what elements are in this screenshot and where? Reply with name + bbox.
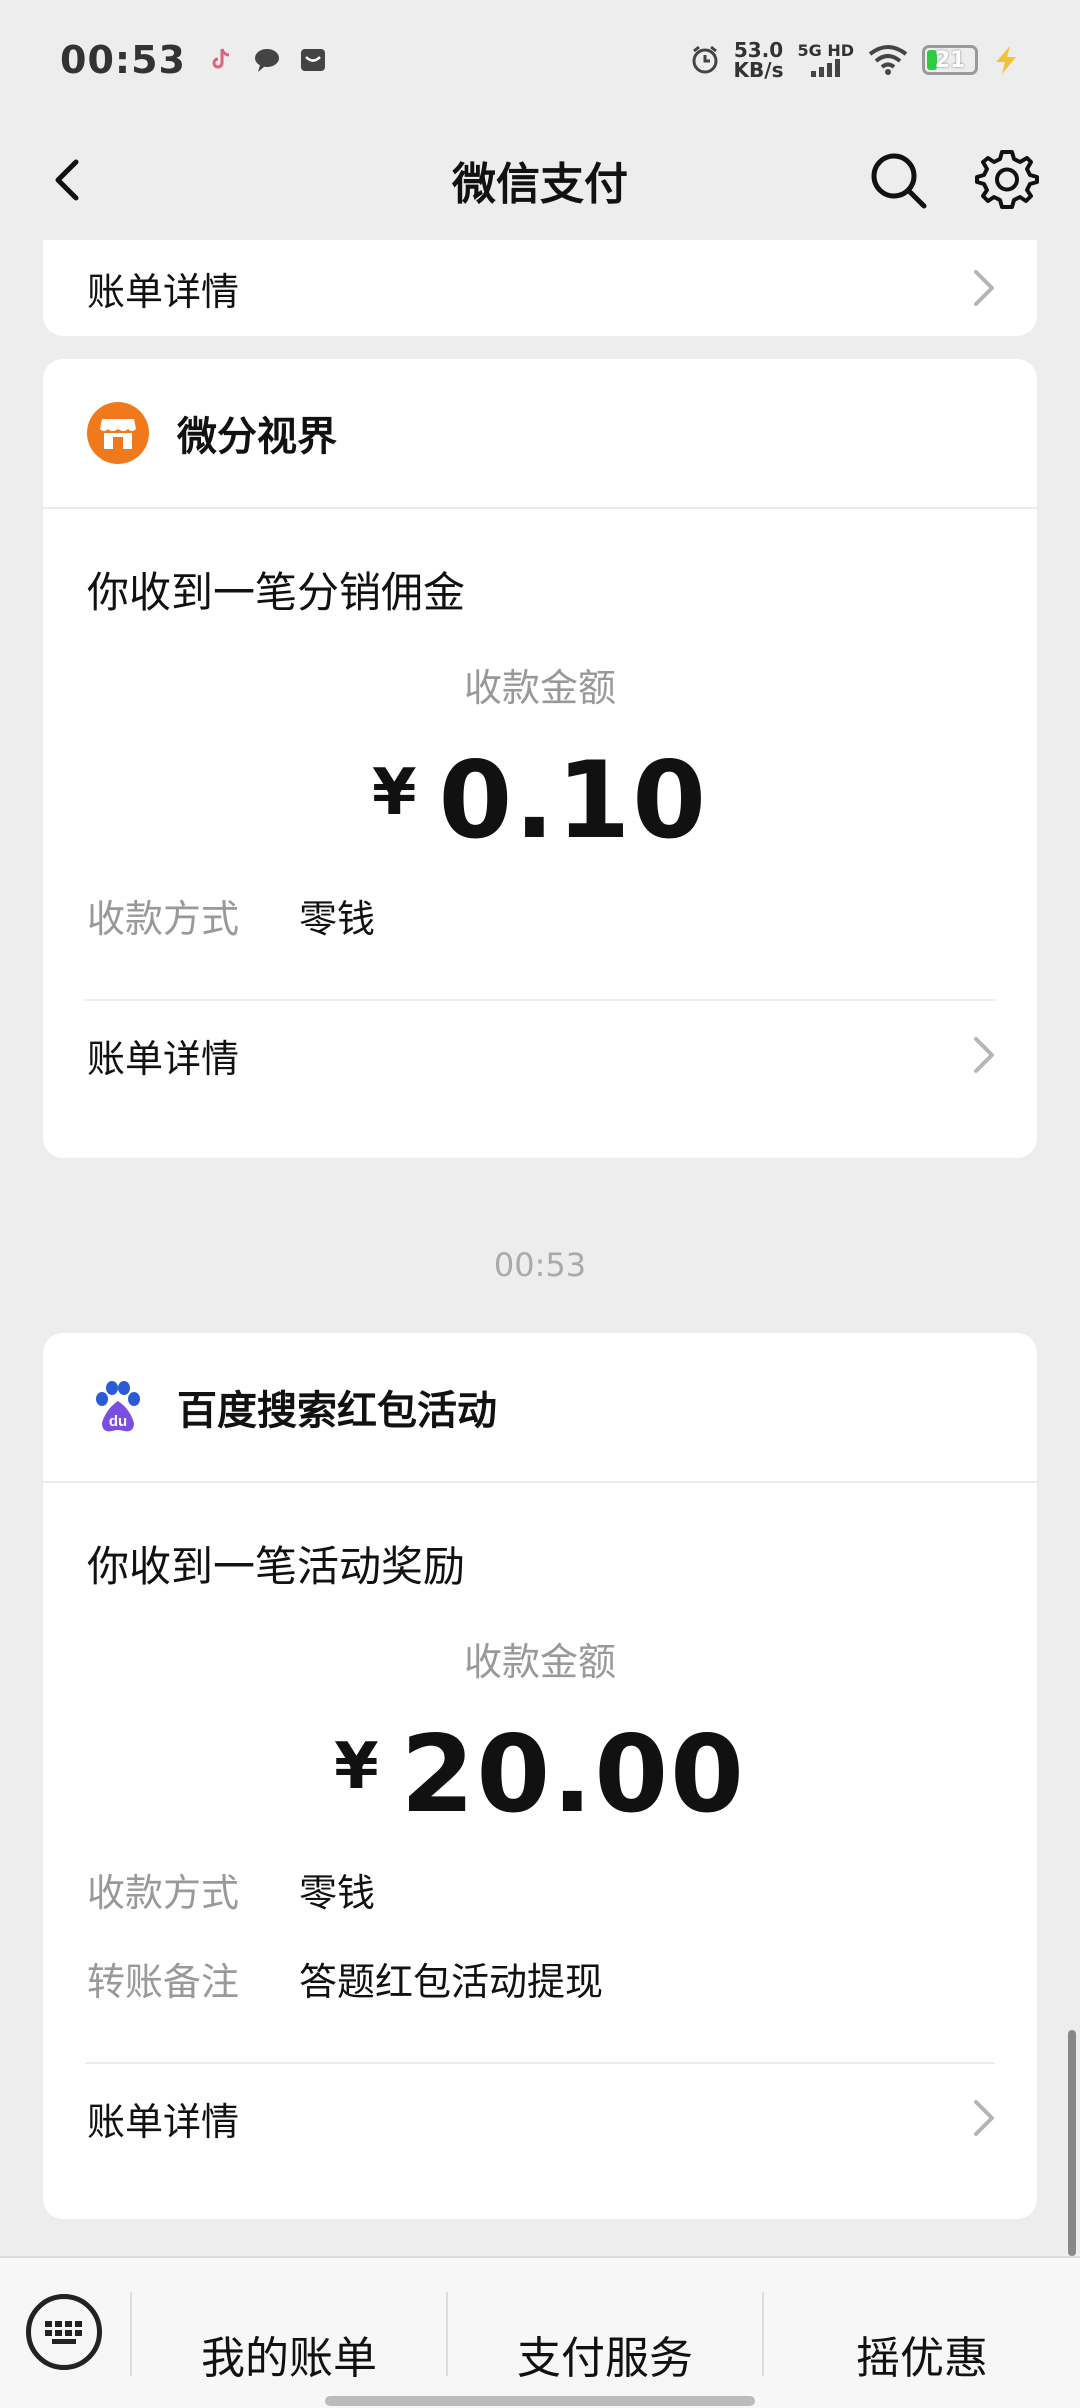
currency-symbol: ¥ (334, 1730, 379, 1804)
card-header[interactable]: 微分视界 (43, 359, 1037, 509)
bottom-menu-bar: 我的账单 支付服务 摇优惠 (0, 2256, 1080, 2408)
partial-card: 账单详情 (43, 240, 1037, 336)
card-body: 你收到一笔分销佣金 收款金额 ¥ 0.10 收款方式 零钱 (43, 509, 1037, 943)
wifi-icon (868, 45, 908, 75)
payment-card: 微分视界 你收到一笔分销佣金 收款金额 ¥ 0.10 收款方式 零钱 账单详情 (43, 359, 1037, 1158)
mailbox-icon (300, 49, 325, 71)
currency-symbol: ¥ (371, 756, 417, 830)
cellular: 5G HD (797, 43, 854, 77)
status-right: 53.0 KB/s 5G HD 21 (690, 40, 1020, 80)
merchant-name: 百度搜索红包活动 (177, 1388, 497, 1434)
tiktok-icon (212, 48, 230, 69)
scrollbar[interactable] (1068, 2030, 1076, 2256)
bill-detail-label: 账单详情 (87, 2099, 240, 2144)
menu-payment-services[interactable]: 支付服务 (448, 2294, 762, 2408)
payment-method-value: 零钱 (299, 1871, 376, 1915)
amount-value: 20.00 (400, 1713, 746, 1836)
transfer-remark-key: 转账备注 (87, 1960, 240, 2004)
card-header[interactable]: du 百度搜索红包活动 (43, 1333, 1037, 1483)
amount-display: ¥ 0.10 (87, 746, 993, 866)
keyboard-icon (45, 2321, 82, 2344)
net-speed-unit: KB/s (733, 58, 784, 82)
payment-card: du 百度搜索红包活动 你收到一笔活动奖励 收款金额 ¥ 20.00 收款方式 … (43, 1333, 1037, 2219)
page-title: 微信支付 (452, 159, 628, 210)
search-icon[interactable] (866, 148, 930, 212)
status-time: 00:53 (60, 38, 186, 82)
battery-level: 21 (934, 47, 966, 73)
gear-icon[interactable] (974, 146, 1040, 212)
transfer-remark-row: 转账备注 答题红包活动提现 (87, 1951, 993, 2006)
menu-my-bills[interactable]: 我的账单 (132, 2294, 446, 2408)
back-icon[interactable] (40, 150, 100, 210)
message-timestamp: 00:53 (493, 1246, 587, 1284)
message-icon (254, 49, 279, 72)
signal-icon (810, 59, 840, 77)
payment-headline: 你收到一笔分销佣金 (87, 568, 466, 617)
chevron-right-icon (974, 2100, 994, 2136)
baidu-paw-icon: du (87, 1376, 149, 1438)
status-bar: 00:53 53.0 KB/s 5G HD 21 (0, 0, 1080, 120)
bill-detail-label: 账单详情 (87, 269, 240, 314)
bill-detail-link[interactable]: 账单详情 (43, 1001, 1037, 1109)
keyboard-toggle-button[interactable] (26, 2294, 102, 2370)
bill-detail-label: 账单详情 (87, 1036, 240, 1081)
menu-shake-deals[interactable]: 摇优惠 (764, 2294, 1080, 2408)
chevron-right-icon (974, 1037, 994, 1073)
amount-label: 收款金额 (463, 666, 616, 710)
charging-icon (996, 46, 1016, 74)
merchant-name: 微分视界 (177, 414, 337, 460)
amount-display: ¥ 20.00 (87, 1720, 993, 1840)
svg-text:du: du (109, 1413, 127, 1430)
alarm-icon (692, 45, 718, 74)
transfer-remark-value: 答题红包活动提现 (299, 1960, 604, 2004)
card-body: 你收到一笔活动奖励 收款金额 ¥ 20.00 收款方式 零钱 转账备注 答题红包… (43, 1483, 1037, 2006)
payment-method-row: 收款方式 零钱 (87, 1862, 993, 1917)
nav-bar: 微信支付 (0, 120, 1080, 240)
bill-detail-link[interactable]: 账单详情 (43, 240, 1037, 336)
payment-method-value: 零钱 (299, 897, 376, 941)
payment-method-key: 收款方式 (87, 1871, 240, 1915)
payment-headline: 你收到一笔活动奖励 (87, 1542, 466, 1591)
amount-label: 收款金额 (463, 1640, 616, 1684)
payment-method-row: 收款方式 零钱 (87, 888, 993, 943)
shop-icon (87, 402, 149, 464)
amount-value: 0.10 (438, 739, 709, 862)
network-type: 5G HD (797, 41, 854, 60)
net-speed-value: 53.0 (733, 38, 784, 62)
notification-icons (206, 45, 328, 75)
bill-detail-link[interactable]: 账单详情 (43, 2064, 1037, 2172)
chevron-right-icon (974, 270, 994, 306)
home-indicator[interactable] (325, 2396, 755, 2406)
net-speed: 53.0 KB/s (734, 40, 784, 80)
battery-indicator: 21 (922, 45, 978, 75)
payment-method-key: 收款方式 (87, 897, 240, 941)
